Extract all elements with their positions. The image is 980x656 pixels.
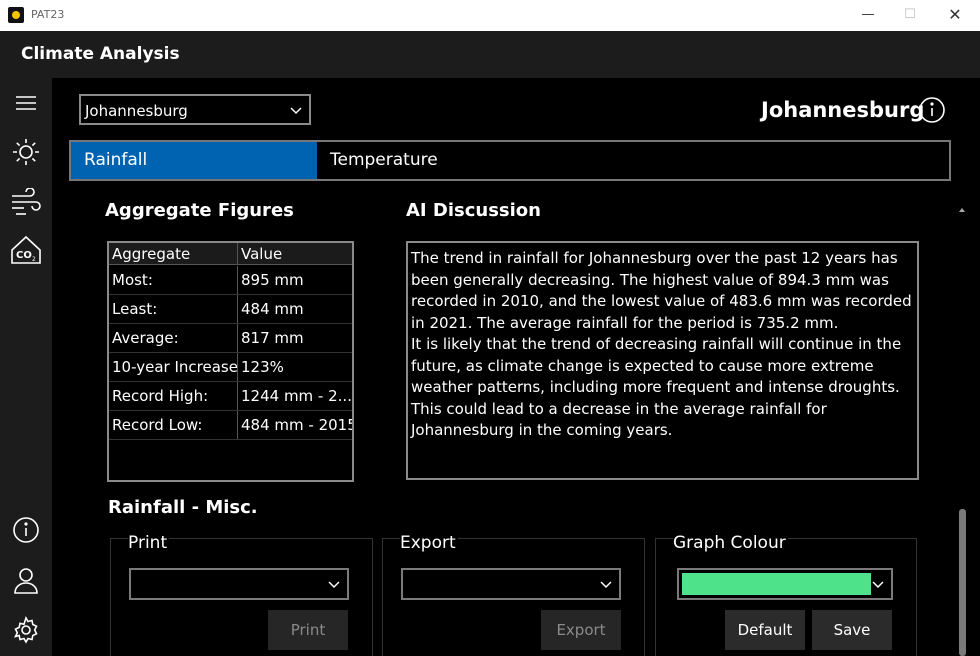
scroll-up-icon[interactable] bbox=[956, 205, 968, 215]
table-row[interactable]: Least: 484 mm bbox=[109, 295, 352, 324]
city-dropdown[interactable]: Johannesburg bbox=[79, 94, 311, 125]
graph-colour-picker[interactable] bbox=[677, 568, 893, 600]
chevron-down-icon bbox=[599, 576, 613, 595]
column-header-aggregate[interactable]: Aggregate bbox=[109, 243, 238, 264]
table-cell: Record Low: bbox=[109, 411, 238, 439]
aggregate-heading: Aggregate Figures bbox=[105, 200, 294, 221]
table-cell: 1244 mm - 2... bbox=[241, 387, 352, 405]
ai-discussion-textbox[interactable]: The trend in rainfall for Johannesburg o… bbox=[406, 241, 919, 480]
info-icon[interactable] bbox=[918, 96, 946, 124]
graph-colour-group-title: Graph Colour bbox=[673, 533, 788, 553]
app-title: Climate Analysis bbox=[21, 44, 180, 64]
column-header-value[interactable]: Value bbox=[238, 243, 352, 264]
hamburger-icon[interactable] bbox=[10, 87, 42, 119]
export-button[interactable]: Export bbox=[541, 610, 621, 650]
misc-heading: Rainfall - Misc. bbox=[108, 497, 258, 518]
export-group: Export Export bbox=[382, 533, 645, 656]
tab-temperature[interactable]: Temperature bbox=[317, 142, 949, 179]
table-row[interactable]: Most: 895 mm bbox=[109, 266, 352, 295]
tab-bar: Rainfall Temperature bbox=[69, 140, 951, 181]
chevron-down-icon bbox=[871, 576, 885, 595]
export-dropdown[interactable] bbox=[401, 568, 621, 600]
export-group-title: Export bbox=[400, 533, 458, 553]
table-cell: 895 mm bbox=[241, 271, 304, 289]
svg-text:CO: CO bbox=[16, 250, 32, 261]
app-icon bbox=[8, 7, 24, 23]
window-titlebar: PAT23 — ☐ ✕ bbox=[0, 0, 980, 31]
scroll-thumb[interactable] bbox=[959, 509, 966, 656]
print-button[interactable]: Print bbox=[268, 610, 348, 650]
close-button[interactable]: ✕ bbox=[940, 4, 970, 26]
tab-rainfall[interactable]: Rainfall bbox=[71, 142, 317, 179]
app-header: Climate Analysis bbox=[0, 31, 980, 78]
table-cell: 484 mm bbox=[241, 300, 304, 318]
minimize-button[interactable]: — bbox=[853, 4, 883, 26]
settings-icon[interactable] bbox=[10, 614, 42, 646]
table-header-row: Aggregate Value bbox=[109, 243, 352, 265]
table-cell: Least: bbox=[109, 295, 238, 323]
window-title: PAT23 bbox=[31, 8, 65, 21]
table-cell: Average: bbox=[109, 324, 238, 352]
main-content: Johannesburg Johannesburg Rainfall Tempe… bbox=[52, 78, 980, 656]
table-cell: 123% bbox=[241, 358, 284, 376]
table-row[interactable]: Record High: 1244 mm - 2... bbox=[109, 382, 352, 411]
chevron-down-icon bbox=[289, 102, 303, 121]
table-row[interactable]: Average: 817 mm bbox=[109, 324, 352, 353]
chevron-down-icon bbox=[327, 576, 341, 595]
table-row[interactable]: Record Low: 484 mm - 2015 bbox=[109, 411, 352, 440]
vertical-scrollbar[interactable] bbox=[956, 205, 968, 656]
table-cell: Record High: bbox=[109, 382, 238, 410]
aggregate-table: Aggregate Value Most: 895 mm Least: 484 … bbox=[107, 241, 354, 482]
print-group-title: Print bbox=[128, 533, 170, 553]
user-icon[interactable] bbox=[10, 564, 42, 596]
graph-colour-group: Graph Colour Default Save bbox=[655, 533, 917, 656]
sun-icon[interactable] bbox=[10, 136, 42, 168]
wind-icon[interactable] bbox=[10, 186, 42, 218]
ai-paragraph-2: It is likely that the trend of decreasin… bbox=[411, 335, 902, 439]
print-dropdown[interactable] bbox=[129, 568, 349, 600]
colour-swatch bbox=[682, 573, 871, 595]
svg-text:2: 2 bbox=[32, 256, 36, 263]
maximize-button[interactable]: ☐ bbox=[895, 4, 925, 26]
table-cell: 10-year Increase: bbox=[109, 353, 238, 381]
ai-discussion-heading: AI Discussion bbox=[406, 200, 541, 221]
city-dropdown-value: Johannesburg bbox=[85, 102, 188, 120]
co2-icon[interactable]: CO 2 bbox=[10, 234, 42, 266]
table-cell: 484 mm - 2015 bbox=[241, 416, 352, 434]
ai-paragraph-1: The trend in rainfall for Johannesburg o… bbox=[411, 249, 912, 332]
city-heading: Johannesburg bbox=[761, 98, 925, 122]
table-cell: 817 mm bbox=[241, 329, 304, 347]
save-colour-button[interactable]: Save bbox=[812, 610, 892, 650]
table-cell: Most: bbox=[109, 266, 238, 294]
nav-rail: CO 2 bbox=[0, 78, 52, 656]
table-row[interactable]: 10-year Increase: 123% bbox=[109, 353, 352, 382]
info-icon[interactable] bbox=[10, 514, 42, 546]
print-group: Print Print bbox=[110, 533, 373, 656]
default-colour-button[interactable]: Default bbox=[725, 610, 805, 650]
